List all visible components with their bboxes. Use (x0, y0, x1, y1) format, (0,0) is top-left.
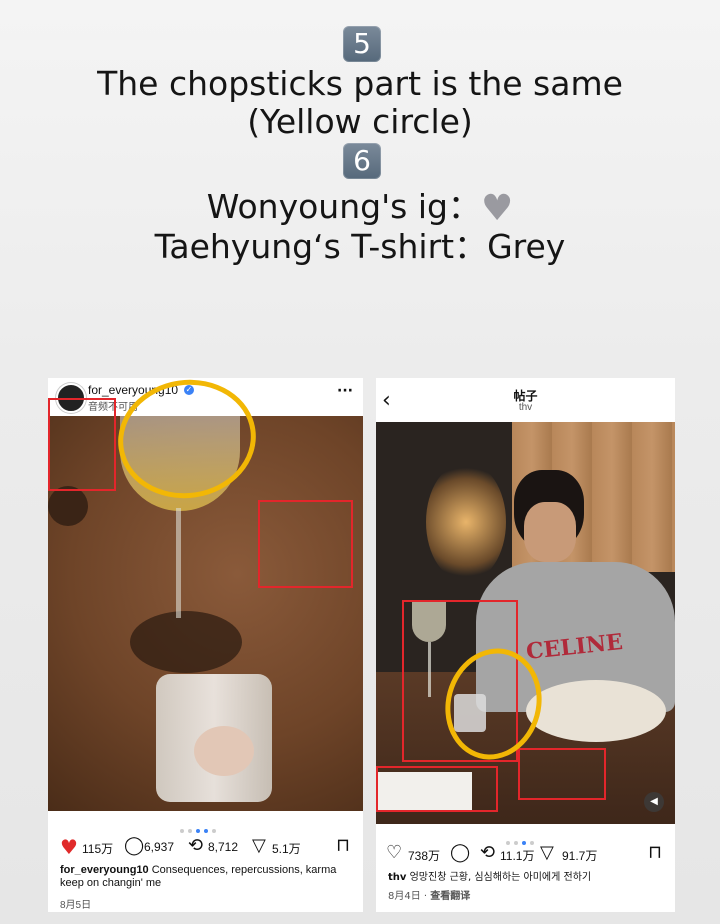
right-post-date-row: 8月4日 · 查看翻译 (388, 891, 471, 902)
right-caption-username[interactable]: thv (388, 872, 406, 883)
right-likes-count: 738万 (408, 849, 441, 863)
bookmark-icon[interactable]: ⊓ (336, 837, 350, 855)
number-badge-6: 6 (343, 143, 381, 179)
left-caption-username[interactable]: for_everyoung10 (60, 864, 149, 876)
left-post-caption: for_everyoung10 Consequences, repercussi… (60, 864, 355, 890)
right-shares-count: 91.7万 (562, 849, 598, 863)
caption-line-6b: Taehyung‘s T-shirt：Grey (154, 227, 566, 266)
right-post-card: ‹ 帖子 thv CELINE ◀ ♡ 738万 ◯ ⟲ 11.1万 ▽ 91.… (376, 378, 675, 912)
like-heart-icon[interactable]: ♥ (60, 837, 78, 857)
left-shares-count: 5.1万 (272, 842, 301, 856)
translate-link[interactable]: 查看翻译 (430, 891, 470, 902)
repost-icon[interactable]: ⟲ (188, 837, 203, 855)
left-post-card: for_everyoung10 ✓ 音频不可用 ··· ♥ 115万 ◯ 6,9… (48, 378, 363, 912)
right-reposts-count: 11.1万 (500, 849, 535, 863)
repost-icon[interactable]: ⟲ (480, 844, 495, 862)
left-comments-count: 6,937 (144, 840, 175, 854)
more-options-icon[interactable]: ··· (337, 383, 353, 399)
like-heart-icon[interactable]: ♡ (386, 844, 402, 862)
right-post-caption: thv 엉망진창 근황, 심심해하는 아미에게 전하기 (388, 871, 668, 884)
right-post-date: 8月4日 (388, 891, 421, 902)
red-annotation-box (376, 766, 498, 812)
caption-line-5b: (Yellow circle) (247, 102, 473, 141)
mute-icon[interactable]: ◀ (644, 792, 664, 812)
comment-icon[interactable]: ◯ (450, 844, 470, 862)
number-badge-5: 5 (343, 26, 381, 62)
comment-icon[interactable]: ◯ (124, 837, 144, 855)
left-post-date: 8月5日 (60, 900, 92, 911)
bookmark-icon[interactable]: ⊓ (648, 844, 662, 862)
left-reposts-count: 8,712 (208, 840, 239, 854)
caption-line-5a: The chopsticks part is the same (97, 64, 623, 103)
right-caption-text: 엉망진창 근황, 심심해하는 아미에게 전하기 (409, 872, 592, 883)
red-annotation-box (258, 500, 353, 588)
right-post-header-user[interactable]: thv (376, 402, 675, 413)
share-icon[interactable]: ▽ (252, 837, 266, 855)
share-icon[interactable]: ▽ (540, 844, 554, 862)
red-annotation-box (48, 398, 116, 491)
red-annotation-box (518, 748, 606, 800)
left-likes-count: 115万 (82, 842, 114, 856)
